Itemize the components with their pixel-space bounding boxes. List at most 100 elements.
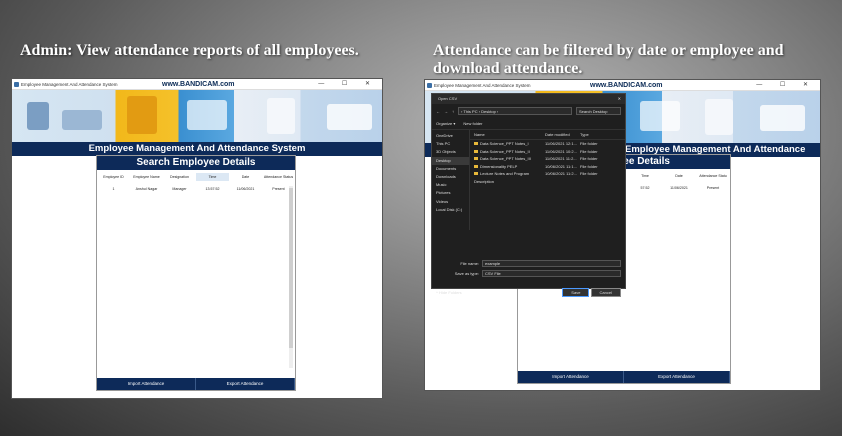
path-input[interactable]: › This PC › Desktop › xyxy=(458,107,572,115)
app-window-left: Employee Management And Attendance Syste… xyxy=(11,78,383,399)
file-date: 11/06/2021 12:1... xyxy=(545,141,577,146)
col-time[interactable]: Time xyxy=(196,173,229,181)
file-row[interactable]: Data Science_PPT Notes_II 11/06/2021 10:… xyxy=(470,148,625,156)
nav-item-videos[interactable]: Videos xyxy=(432,198,469,206)
file-name: Data Science_PPT Notes_III xyxy=(480,156,531,161)
app-icon xyxy=(427,83,432,88)
back-arrow-icon[interactable]: ← xyxy=(436,109,440,114)
file-name-row: File name: example xyxy=(432,258,625,268)
file-type: File folder xyxy=(580,148,598,154)
search-employee-panel: Search Employee Details Employee ID Empl… xyxy=(96,155,296,391)
search-input[interactable]: Search Desktop xyxy=(576,107,621,115)
nav-item-local-disk[interactable]: Local Disk (C:) xyxy=(432,206,469,214)
cancel-button[interactable]: Cancel xyxy=(590,288,621,297)
window-title: Employee Management And Attendance Syste… xyxy=(434,83,531,88)
organize-button[interactable]: Organize ▾ xyxy=(436,121,455,126)
file-type: File folder xyxy=(580,156,598,161)
file-name: Data Science_PPT Notes_II xyxy=(480,148,530,154)
nav-item-music[interactable]: Music xyxy=(432,181,469,189)
col-type[interactable]: Type xyxy=(580,130,610,139)
banner-image xyxy=(12,90,382,142)
col-date[interactable]: Date xyxy=(662,174,696,178)
col-time[interactable]: Time xyxy=(628,174,662,178)
col-date[interactable]: Date xyxy=(229,175,262,179)
table-row[interactable]: 1 Anshul Nagar Manager 13:57:52 11/06/20… xyxy=(97,184,295,194)
nav-item-this-pc[interactable]: This PC xyxy=(432,140,469,148)
file-row[interactable]: Data Science_PPT Notes_I 11/06/2021 12:1… xyxy=(470,140,625,148)
col-attendance-status[interactable]: Attendance Statu xyxy=(696,174,730,178)
export-attendance-button[interactable]: Export Attendance xyxy=(196,378,295,390)
export-attendance-button[interactable]: Export Attendance xyxy=(624,371,730,383)
caption-left: Admin: View attendance reports of all em… xyxy=(20,42,359,59)
table-header: Employee ID Employee Name Designation Ti… xyxy=(97,170,295,184)
hide-folders-toggle[interactable]: ^ Hide Folders xyxy=(436,290,462,295)
col-employee-name[interactable]: Employee Name xyxy=(130,175,163,179)
file-name: Dimensionality PELP xyxy=(480,163,518,169)
new-folder-button[interactable]: New folder xyxy=(463,121,482,126)
nav-item-documents[interactable]: Documents xyxy=(432,165,469,173)
file-type: File folder xyxy=(580,141,598,146)
forward-arrow-icon[interactable]: → xyxy=(444,109,448,114)
nav-item-onedrive[interactable]: OneDrive xyxy=(432,132,469,140)
file-date: 11/06/2021 10:2... xyxy=(545,148,577,154)
watermark: www.BANDICAM.com xyxy=(162,81,235,88)
save-type-row: Save as type: CSV File xyxy=(432,268,625,278)
folder-icon xyxy=(474,142,478,145)
nav-pane: OneDrive This PC 3D Objects Desktop Docu… xyxy=(432,130,470,230)
cell-name: Anshul Nagar xyxy=(135,187,158,191)
close-icon[interactable]: ✕ xyxy=(618,94,621,104)
action-bar: Import Attendance Export Attendance xyxy=(97,378,295,390)
nav-item-3d-objects[interactable]: 3D Objects xyxy=(432,148,469,156)
col-employee-id[interactable]: Employee ID xyxy=(97,175,130,179)
import-attendance-button[interactable]: Import Attendance xyxy=(518,371,624,383)
dialog-footer: ^ Hide Folders Save Cancel xyxy=(432,286,625,299)
cell-date: 11/06/2021 xyxy=(236,187,255,191)
import-attendance-button[interactable]: Import Attendance xyxy=(97,378,196,390)
dialog-body: OneDrive This PC 3D Objects Desktop Docu… xyxy=(432,130,625,230)
folder-icon xyxy=(474,157,478,160)
address-bar: ← → ↑ › This PC › Desktop › Search Deskt… xyxy=(432,104,625,118)
col-attendance-status[interactable]: Attendance Status xyxy=(262,175,295,179)
folder-icon xyxy=(474,172,478,175)
caption-right: Attendance can be filtered by date or em… xyxy=(433,42,784,77)
file-row[interactable]: Data Science_PPT Notes_III 11/06/2021 11… xyxy=(470,155,625,163)
dialog-title-bar: Open CSV ✕ xyxy=(432,94,625,104)
file-name-input[interactable]: example xyxy=(482,259,621,267)
file-type: File folder xyxy=(580,163,598,169)
cell-id: 1 xyxy=(112,187,115,191)
dialog-title: Open CSV xyxy=(438,96,458,101)
file-row[interactable]: Dimensionality PELP 10/06/2021 11:1... F… xyxy=(470,163,625,171)
cell-time: 57:52 xyxy=(640,186,650,190)
title-bar: Employee Management And Attendance Syste… xyxy=(12,79,382,90)
title-bar: Employee Management And Attendance Syste… xyxy=(425,80,820,91)
window-title: Employee Management And Attendance Syste… xyxy=(21,82,118,87)
vertical-scrollbar[interactable] xyxy=(289,186,293,368)
save-csv-dialog: Open CSV ✕ ← → ↑ › This PC › Desktop › S… xyxy=(431,93,626,297)
window-controls[interactable]: — ☐ ✕ xyxy=(318,79,378,90)
up-arrow-icon[interactable]: ↑ xyxy=(452,109,454,114)
app-icon xyxy=(14,82,19,87)
app-window-right: Employee Management And Attendance Syste… xyxy=(424,79,821,391)
nav-item-pictures[interactable]: Pictures xyxy=(432,189,469,197)
app-heading: Employee Management And Attendance Syste… xyxy=(12,142,382,156)
dialog-toolbar: Organize ▾ New folder xyxy=(432,118,625,130)
panel-title: Search Employee Details xyxy=(97,156,295,170)
watermark: www.BANDICAM.com xyxy=(590,82,663,89)
file-row[interactable]: Lecture Notes and Program Description 10… xyxy=(470,170,625,184)
file-name: Data Science_PPT Notes_I xyxy=(480,141,529,146)
col-designation[interactable]: Designation xyxy=(163,175,196,179)
save-type-select[interactable]: CSV File xyxy=(482,269,621,277)
nav-item-downloads[interactable]: Downloads xyxy=(432,173,469,181)
window-controls[interactable]: — ☐ ✕ xyxy=(756,80,816,91)
file-name-label: File name: xyxy=(460,260,479,266)
file-name: Lecture Notes and Program Description xyxy=(474,171,530,184)
file-list: Name Date modified Type Data Science_PPT… xyxy=(470,130,625,230)
col-date-modified[interactable]: Date modified xyxy=(545,130,580,139)
cell-status: Present xyxy=(706,186,720,190)
col-name[interactable]: Name xyxy=(470,130,545,139)
cell-date: 11/06/2021 xyxy=(670,186,688,190)
nav-item-desktop[interactable]: Desktop xyxy=(432,156,469,165)
folder-icon xyxy=(474,149,478,153)
cell-designation: Manager xyxy=(172,187,187,191)
save-button[interactable]: Save xyxy=(562,288,590,297)
